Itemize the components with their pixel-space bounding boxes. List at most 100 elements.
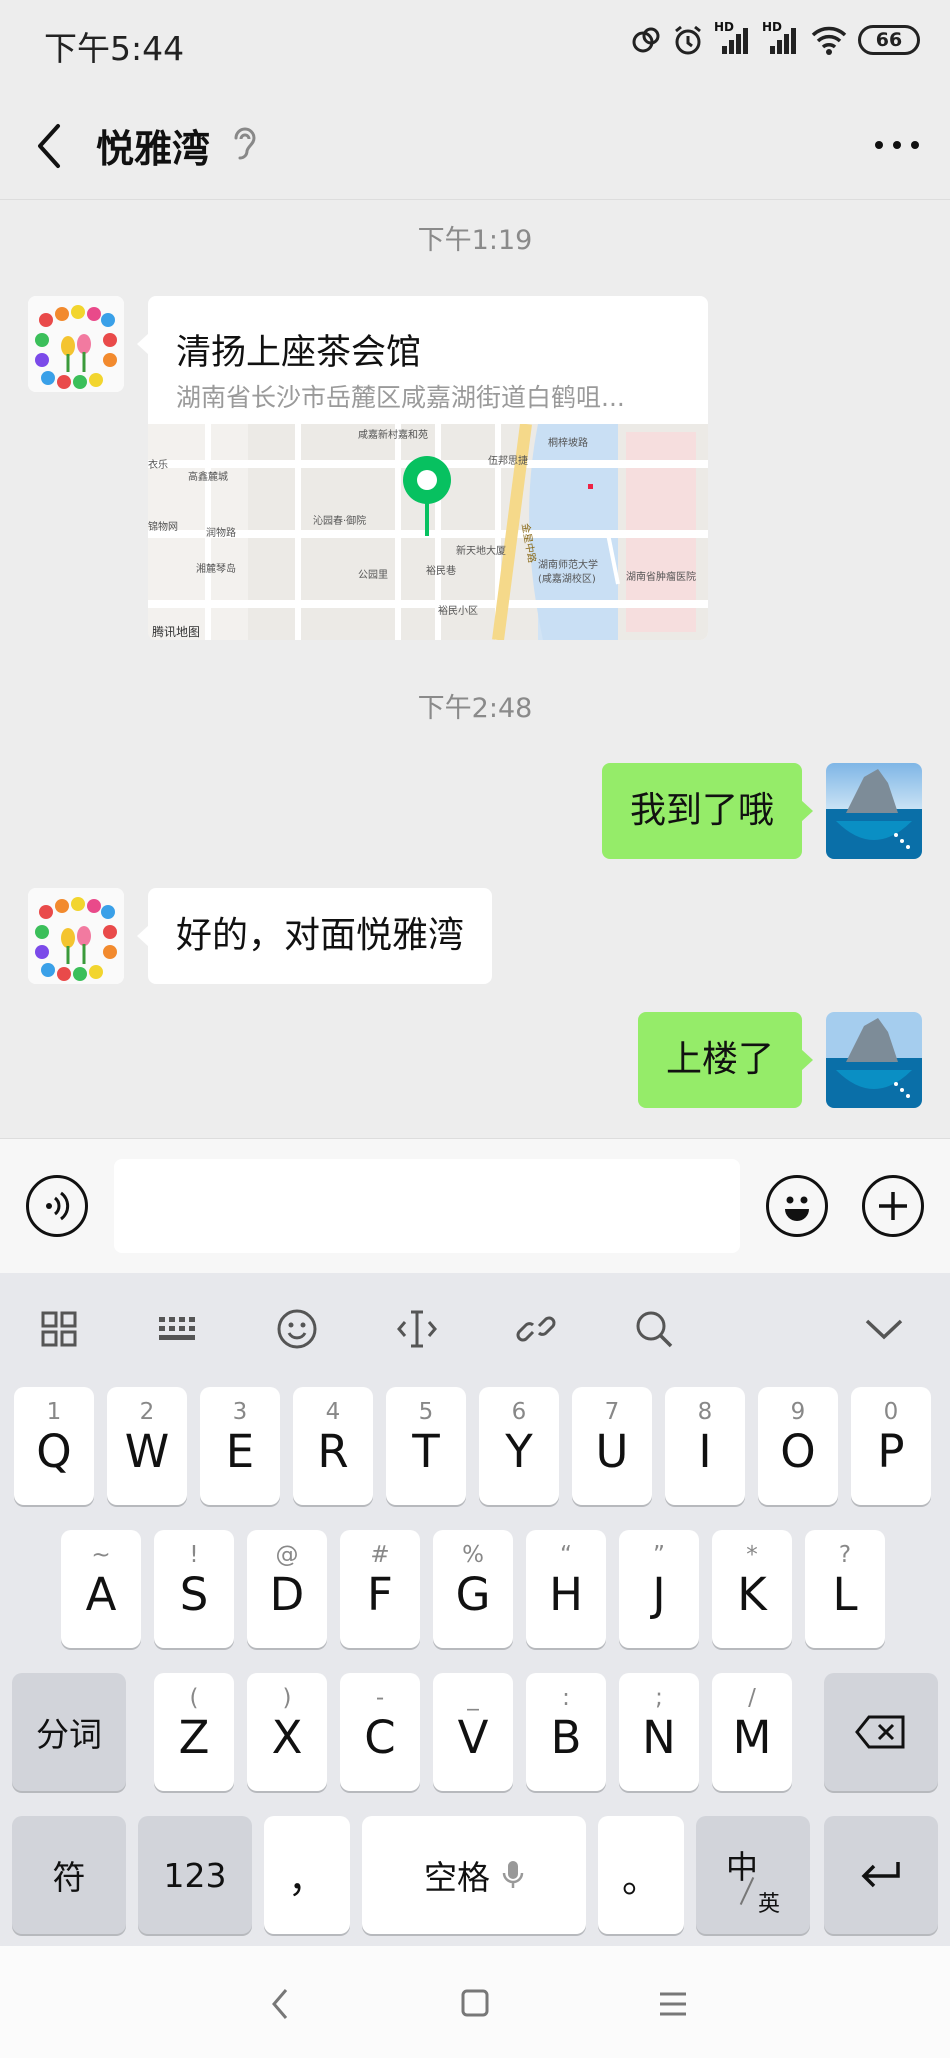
key-m[interactable]: / M [712, 1673, 792, 1791]
key-secondary-label: 3 [232, 1399, 248, 1425]
smiley-icon [785, 1196, 809, 1221]
system-home-icon[interactable] [460, 1988, 490, 2018]
grid-menu-icon[interactable] [33, 1303, 85, 1355]
key-i[interactable]: 8I [665, 1387, 745, 1505]
key-c[interactable]: -C [340, 1673, 420, 1791]
symbols-key[interactable]: 符 [12, 1816, 126, 1934]
key-n[interactable]: ; N [619, 1673, 699, 1791]
location-map: 咸嘉新村嘉和苑 桐梓坡路 伍邦思捷 高鑫麓城 沁园春·御院 润物路 新天地大厦 … [148, 424, 708, 640]
comma-key[interactable]: ， [264, 1816, 350, 1934]
key-label: 空格 [424, 1858, 490, 1897]
collapse-keyboard-icon[interactable] [858, 1303, 910, 1355]
key-secondary-label: % [462, 1542, 484, 1568]
key-z[interactable]: (Z [154, 1673, 234, 1791]
timestamp-2: 下午2:48 [417, 693, 533, 724]
map-provider-label: 腾讯地图 [152, 624, 200, 639]
my-avatar[interactable] [826, 1012, 922, 1108]
location-card[interactable]: 清扬上座茶会馆 湖南省长沙市岳麓区咸嘉湖街道白鹤咀... 咸嘉新村嘉和苑 桐梓坡… [148, 296, 708, 640]
key-o[interactable]: 9O [758, 1387, 838, 1505]
key-secondary-label: ” [653, 1542, 665, 1568]
emoji-button[interactable] [766, 1175, 828, 1237]
key-b[interactable]: :B [526, 1673, 606, 1791]
key-u[interactable]: 7U [572, 1387, 652, 1505]
key-label: Z [178, 1711, 210, 1764]
my-avatar[interactable] [826, 763, 922, 859]
key-label: 符 [52, 1858, 86, 1897]
period-key[interactable]: 。 [598, 1816, 684, 1934]
status-time: 下午5:44 [44, 29, 185, 68]
key-secondary-label: : [562, 1685, 570, 1711]
key-h[interactable]: “H [526, 1530, 606, 1648]
key-label: U [595, 1425, 629, 1478]
search-icon[interactable] [628, 1303, 680, 1355]
enter-icon [861, 1862, 900, 1888]
key-label: L [832, 1568, 858, 1621]
key-a[interactable]: ~ A [61, 1530, 141, 1648]
signal-2: HD [762, 20, 800, 56]
key-secondary-label: 0 [883, 1399, 899, 1425]
key-w[interactable]: 2W [107, 1387, 187, 1505]
backspace-key[interactable] [824, 1673, 938, 1791]
location-title: 清扬上座茶会馆 [176, 333, 422, 373]
received-message-1[interactable]: 好的，对面悦雅湾 [148, 888, 493, 984]
key-q[interactable]: 1Q [14, 1387, 94, 1505]
key-label: D [269, 1568, 305, 1621]
map-label: 公园里 [358, 569, 388, 581]
sent-message-1[interactable]: 我到了哦 [601, 763, 802, 859]
key-v[interactable]: _ V [433, 1673, 513, 1791]
system-navigation-bar [0, 1946, 950, 2058]
link-icon [632, 27, 660, 53]
keyboard-layout-icon[interactable] [152, 1303, 204, 1355]
key-label: S [179, 1568, 209, 1621]
key-s[interactable]: ! S [154, 1530, 234, 1648]
more-functions-button[interactable] [862, 1175, 924, 1237]
location-address: 湖南省长沙市岳麓区咸嘉湖街道白鹤咀... [176, 383, 625, 412]
system-menu-icon[interactable] [658, 1990, 688, 2018]
message-text: 上楼了 [637, 1012, 802, 1108]
segment-key[interactable]: 分词 [12, 1673, 126, 1791]
voice-input-button[interactable] [26, 1175, 88, 1237]
key-l[interactable]: ? L [805, 1530, 885, 1648]
key-secondary-label: 2 [139, 1399, 155, 1425]
key-k[interactable]: * K [712, 1530, 792, 1648]
system-back-icon[interactable] [268, 1986, 292, 2022]
bubble-tail [801, 1049, 813, 1071]
map-label: 衣乐 [148, 458, 168, 471]
language-switch-key[interactable]: 中 英 [696, 1816, 810, 1934]
contact-avatar[interactable] [28, 888, 124, 984]
key-label: 分词 [36, 1715, 102, 1754]
clipboard-link-icon[interactable] [510, 1303, 562, 1355]
rock-sea-avatar-image [826, 763, 922, 859]
map-label: 新天地大厦 [456, 544, 506, 557]
key-r[interactable]: 4R [293, 1387, 373, 1505]
cursor-move-icon[interactable] [391, 1303, 443, 1355]
key-d[interactable]: @ D [247, 1530, 327, 1648]
map-label: 润物路 [206, 526, 236, 539]
key-j[interactable]: ” J [619, 1530, 699, 1648]
key-f[interactable]: # F [340, 1530, 420, 1648]
contact-avatar[interactable] [28, 296, 124, 392]
map-label: 咸嘉新村嘉和苑 [358, 428, 428, 441]
key-secondary-label: 1 [46, 1399, 62, 1425]
message-input[interactable] [114, 1159, 740, 1253]
key-e[interactable]: 3E [200, 1387, 280, 1505]
key-g[interactable]: % G [433, 1530, 513, 1648]
map-label: 沁园春·御院 [313, 514, 366, 527]
enter-key[interactable] [824, 1816, 938, 1934]
map-label: 裕民小区 [438, 604, 478, 617]
hd-label-1: HD [714, 20, 735, 34]
key-t[interactable]: 5T [386, 1387, 466, 1505]
numbers-key[interactable]: 123 [138, 1816, 252, 1934]
key-label: Y [505, 1425, 533, 1478]
back-arrow-icon[interactable] [30, 118, 70, 174]
key-x[interactable]: ) X [247, 1673, 327, 1791]
emoji-panel-icon[interactable] [271, 1303, 323, 1355]
space-key[interactable]: 空格 [362, 1816, 586, 1934]
key-p[interactable]: 0P [851, 1387, 931, 1505]
more-options-icon[interactable] [874, 125, 920, 165]
key-label: K [737, 1568, 767, 1621]
key-secondary-label: ? [838, 1542, 852, 1568]
map-label: 桐梓坡路 [548, 436, 588, 449]
key-y[interactable]: 6Y [479, 1387, 559, 1505]
sent-message-2[interactable]: 上楼了 [637, 1012, 802, 1108]
